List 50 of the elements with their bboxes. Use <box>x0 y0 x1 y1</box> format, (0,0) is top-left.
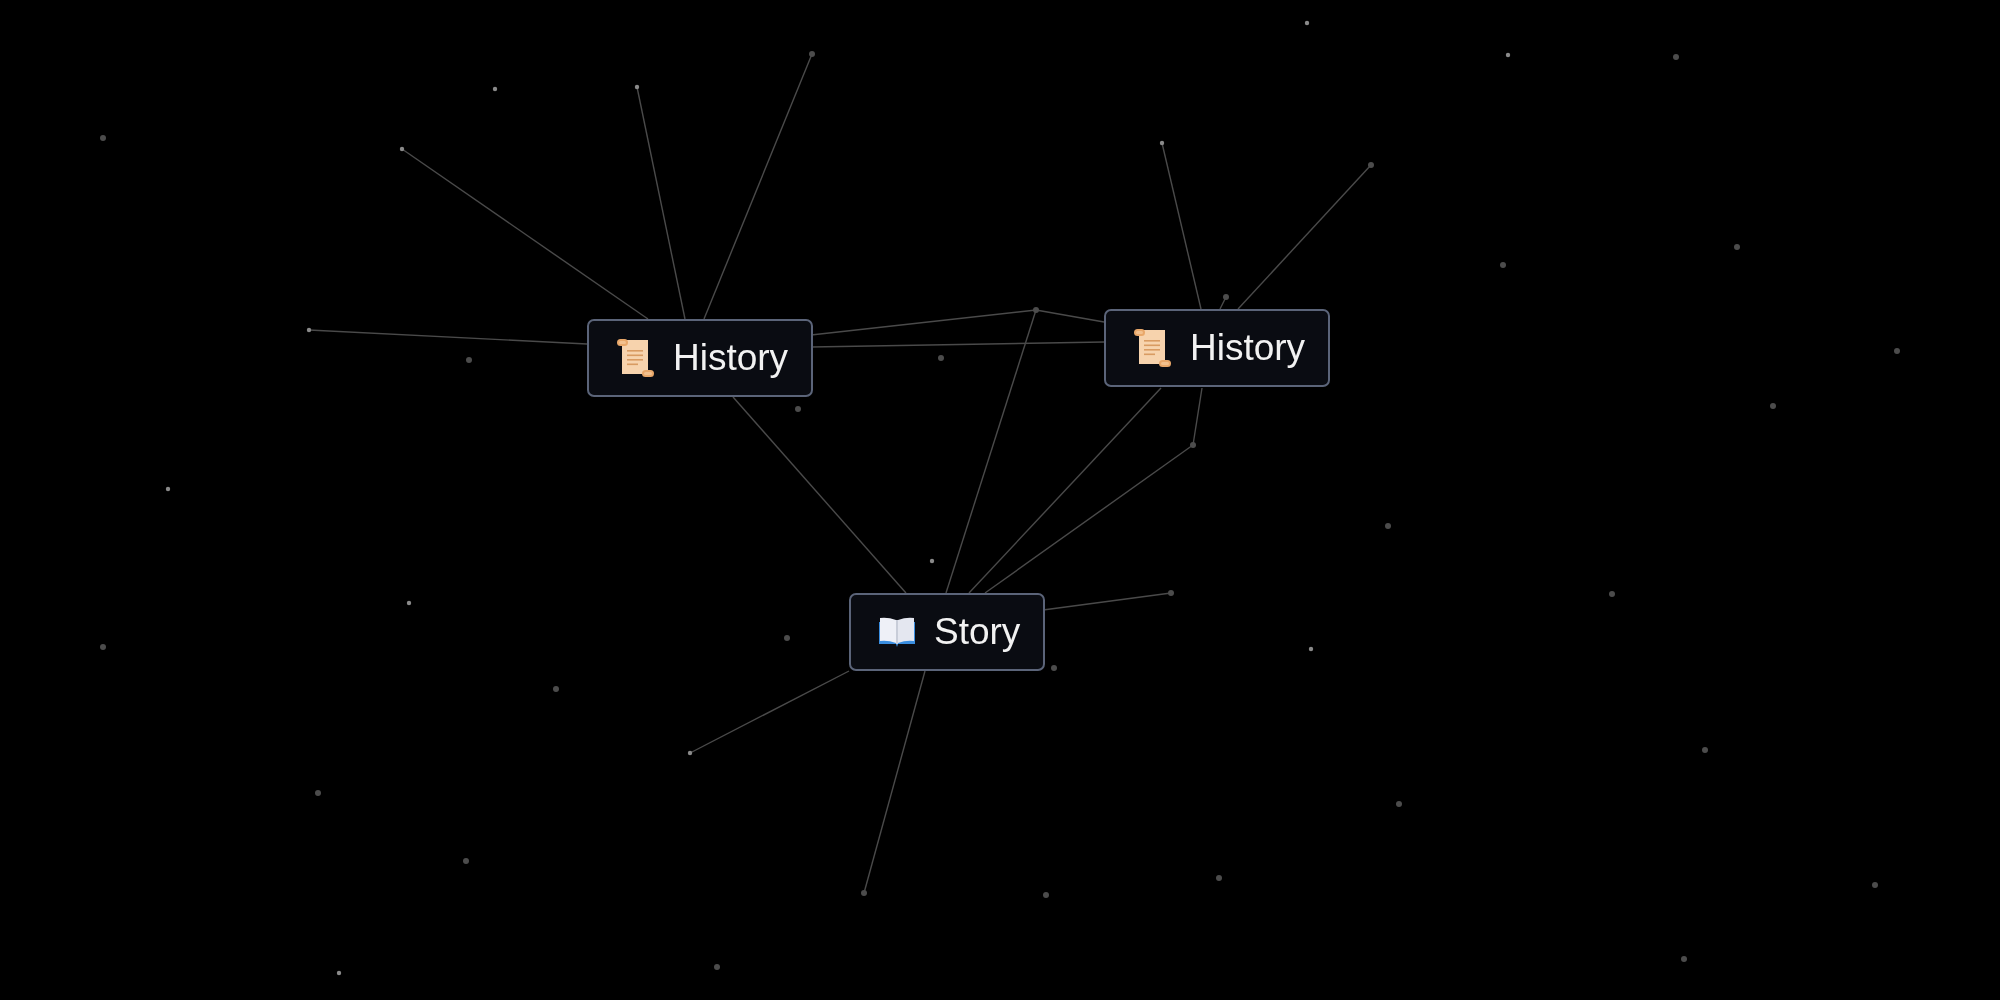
particle-dot <box>938 355 944 361</box>
particle-dot <box>1051 665 1057 671</box>
particle-dot <box>1702 747 1708 753</box>
particle-dot <box>861 890 867 896</box>
particle-dot <box>1770 403 1776 409</box>
particle-dot <box>809 51 815 57</box>
particle-dot <box>1396 801 1402 807</box>
particle-dot <box>399 146 405 152</box>
open-book-icon <box>878 617 916 647</box>
particle-dot <box>100 644 106 650</box>
particle-dot <box>1500 262 1506 268</box>
particle-dot <box>1168 590 1174 596</box>
particle-dot <box>1505 52 1511 58</box>
particle-dot <box>492 86 498 92</box>
particle-dot <box>1308 646 1314 652</box>
particle-dot <box>165 486 171 492</box>
particle-dot <box>634 84 640 90</box>
scroll-icon <box>1133 328 1172 368</box>
particle-dot <box>1159 140 1165 146</box>
particle-dot <box>1033 307 1039 313</box>
particle-dot <box>1043 892 1049 898</box>
particle-dot <box>1734 244 1740 250</box>
particle-dot <box>466 357 472 363</box>
particle-dot <box>929 558 935 564</box>
scroll-icon <box>616 338 655 378</box>
particle-dot <box>1216 875 1222 881</box>
particle-dot <box>1681 956 1687 962</box>
particle-dot <box>1190 442 1196 448</box>
particle-dot <box>1673 54 1679 60</box>
particle-dot <box>406 600 412 606</box>
particle-dot <box>795 406 801 412</box>
element-tile[interactable]: Story <box>849 593 1046 671</box>
particle-dot <box>714 964 720 970</box>
element-tile[interactable]: History <box>587 319 814 397</box>
particle-dot <box>1894 348 1900 354</box>
particle-dot <box>1304 20 1310 26</box>
particle-dot <box>553 686 559 692</box>
particle-dot <box>100 135 106 141</box>
particle-dot <box>1223 294 1229 300</box>
particle-dot <box>1385 523 1391 529</box>
particle-dot <box>306 327 312 333</box>
particle-dot <box>1609 591 1615 597</box>
particle-dot <box>315 790 321 796</box>
particle-dot <box>336 970 342 976</box>
particle-dot <box>1872 882 1878 888</box>
particle-dot <box>784 635 790 641</box>
particle-dot <box>687 750 693 756</box>
particle-dot <box>1368 162 1374 168</box>
particle-dot <box>463 858 469 864</box>
element-tile[interactable]: History <box>1104 309 1331 387</box>
